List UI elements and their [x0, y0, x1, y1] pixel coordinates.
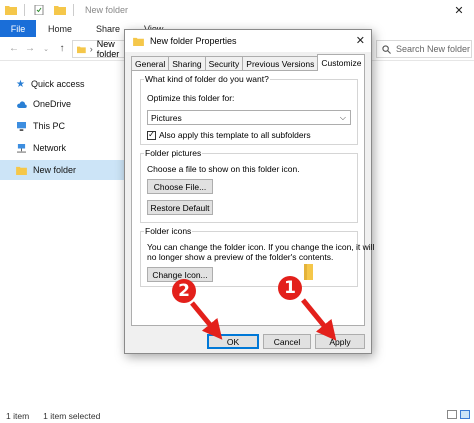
arrow-to-apply: [301, 298, 337, 341]
step-2-badge: 2: [172, 279, 196, 303]
tab-customize[interactable]: Customize: [317, 54, 366, 71]
annotation-arrows: [190, 298, 337, 341]
step-1-badge: 1: [278, 276, 302, 300]
arrow-to-ok: [190, 301, 223, 340]
